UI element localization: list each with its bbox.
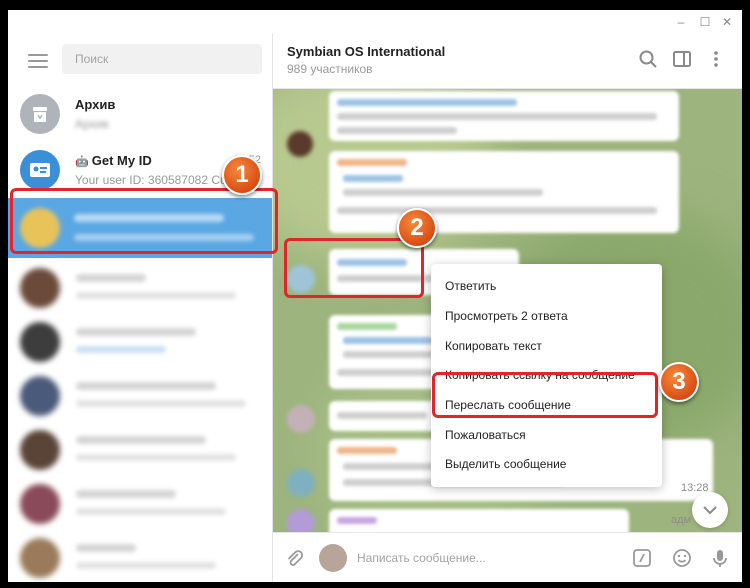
admin-label: адм <box>671 514 692 526</box>
bot-icon: 🤖 <box>75 156 92 168</box>
archive-subtitle: Архив <box>75 117 109 131</box>
message-input[interactable] <box>357 548 607 568</box>
telegram-window: – ☐ ✕ Архив Архив 🤖 Get My ID Your user … <box>8 10 742 582</box>
chat-item[interactable] <box>18 538 268 578</box>
chat-item[interactable] <box>18 376 268 416</box>
highlight-forward-item <box>432 372 658 418</box>
search-icon[interactable] <box>637 48 659 70</box>
message-bubble[interactable] <box>329 509 629 532</box>
bot-commands-icon[interactable] <box>631 547 653 569</box>
menu-item-report[interactable]: Пожаловаться <box>445 428 526 442</box>
chat-item[interactable] <box>18 268 268 308</box>
maximize-button[interactable]: ☐ <box>696 13 714 31</box>
id-card-icon <box>30 163 50 177</box>
more-options-icon[interactable] <box>705 48 727 70</box>
chat-item[interactable] <box>18 430 268 470</box>
sidebar-toggle-icon[interactable] <box>671 48 693 70</box>
chevron-down-icon <box>703 506 717 515</box>
close-button[interactable]: ✕ <box>718 13 736 31</box>
message-bubble[interactable] <box>329 91 679 141</box>
chat-list-sidebar: Архив Архив 🤖 Get My ID Your user ID: 36… <box>8 34 273 582</box>
hamburger-menu-icon[interactable] <box>28 54 48 68</box>
step-badge-3: 3 <box>659 362 699 402</box>
microphone-icon[interactable] <box>709 547 731 569</box>
sender-avatar[interactable] <box>319 544 347 572</box>
archive-item[interactable]: Архив Архив <box>8 88 272 142</box>
member-count: 989 участников <box>287 62 373 76</box>
minimize-button[interactable]: – <box>672 13 690 31</box>
menu-item-view-replies[interactable]: Просмотреть 2 ответа <box>445 309 568 323</box>
title-bar: – ☐ ✕ <box>8 10 742 34</box>
scroll-down-button[interactable] <box>692 492 728 528</box>
chat-item[interactable] <box>18 484 268 524</box>
search-input[interactable] <box>62 44 262 74</box>
chat-title-get-my-id: 🤖 Get My ID <box>75 153 152 168</box>
archive-title: Архив <box>75 97 116 112</box>
attach-icon[interactable] <box>283 547 305 569</box>
message-composer <box>273 532 742 582</box>
step-badge-2: 2 <box>397 208 437 248</box>
menu-item-select[interactable]: Выделить сообщение <box>445 457 566 471</box>
archive-icon <box>33 107 47 122</box>
highlight-selected-chat <box>10 188 278 254</box>
chat-header: Symbian OS International 989 участников <box>273 34 742 89</box>
chat-title[interactable]: Symbian OS International <box>287 44 445 59</box>
message-bubble[interactable] <box>329 151 679 233</box>
menu-item-copy-text[interactable]: Копировать текст <box>445 339 542 353</box>
chat-item[interactable] <box>18 322 268 362</box>
highlight-message <box>284 238 424 298</box>
step-badge-1: 1 <box>222 155 262 195</box>
emoji-icon[interactable] <box>671 547 693 569</box>
get-my-id-avatar <box>20 150 60 190</box>
archive-avatar <box>20 94 60 134</box>
menu-item-reply[interactable]: Ответить <box>445 279 496 293</box>
